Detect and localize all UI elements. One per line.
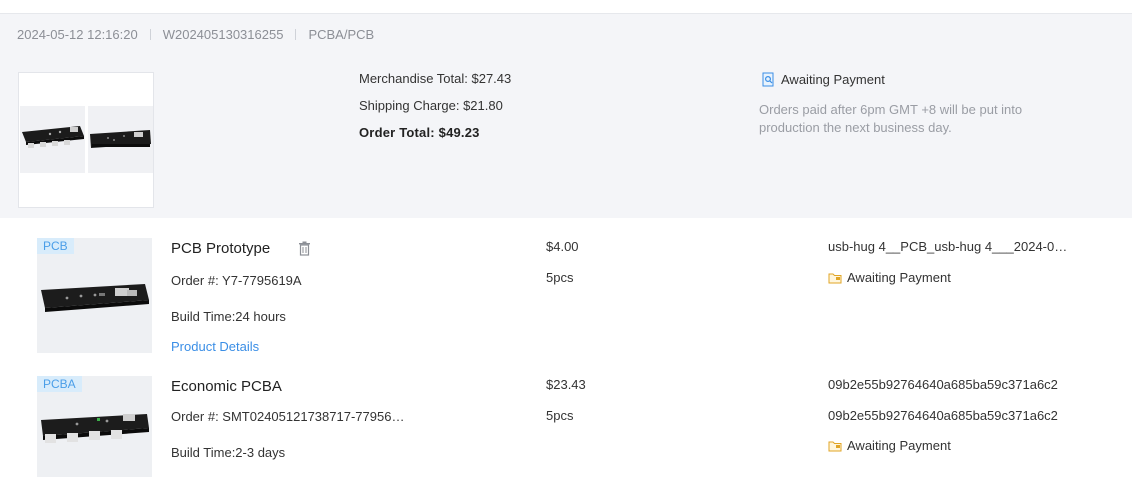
build-time: Build Time:2-3 days [171,445,286,460]
shipping-charge: Shipping Charge: $21.80 [359,98,503,113]
order-number: Order #: Y7-7795619A [171,273,302,288]
folder-icon [828,273,842,283]
board-thumbnail-1 [20,106,85,173]
order-status: Awaiting Payment [762,72,885,87]
product-name-row: PCB Prototype [171,240,311,257]
build-time: Build Time:24 hours [171,309,286,324]
divider [295,28,297,40]
folder-icon [828,441,842,451]
product-name-row: Economic PCBA [171,378,282,395]
file-name[interactable]: 09b2e55b92764640a685ba59c371a6c2 [828,377,1068,392]
order-datetime: 2024-05-12 12:16:20 [17,26,138,42]
product-image[interactable]: PCB [37,238,152,353]
order-total: Order Total: $49.23 [359,125,480,140]
board-thumbnail-2 [88,106,153,173]
order-type: PCBA/PCB [308,26,375,42]
item-status-label: Awaiting Payment [847,270,951,285]
product-tag: PCB [37,238,74,254]
item-price: $23.43 [546,377,586,392]
order-items-card: PCB PCB Prototype Order #: Y7-7795619A B… [17,219,1132,477]
product-details-link[interactable]: Product Details [171,339,259,354]
order-status-label: Awaiting Payment [781,72,885,87]
trash-icon[interactable] [298,241,311,256]
order-thumbnail[interactable] [18,72,154,208]
product-name: PCB Prototype [171,240,271,257]
item-status: Awaiting Payment [828,270,951,285]
item-status-label: Awaiting Payment [847,438,951,453]
file-name[interactable]: usb-hug 4__PCB_usb-hug 4___2024-05-12_10… [828,239,1068,254]
item-quantity: 5pcs [546,408,574,423]
divider [149,28,151,40]
product-image[interactable]: PCBA [37,376,152,477]
search-doc-icon [762,72,774,87]
merchandise-total: Merchandise Total: $27.43 [359,71,512,86]
order-number: Order #: SMT02405121738717-7795619A [171,409,411,424]
item-status: Awaiting Payment [828,438,951,453]
order-meta: 2024-05-12 12:16:20 W202405130316255 PCB… [17,26,374,42]
list-item: PCBA Economic PCBA Order #: SMT024051217… [17,357,1132,477]
file-name[interactable]: 09b2e55b92764640a685ba59c371a6c2 [828,408,1068,423]
item-price: $4.00 [546,239,579,254]
order-totals: Merchandise Total: $27.43 Shipping Charg… [359,72,511,153]
product-tag: PCBA [37,376,82,392]
list-item: PCB PCB Prototype Order #: Y7-7795619A B… [17,219,1132,357]
product-name: Economic PCBA [171,378,282,395]
order-id[interactable]: W202405130316255 [163,27,284,42]
production-note: Orders paid after 6pm GMT +8 will be put… [759,102,1023,135]
top-strip [0,0,1132,14]
item-quantity: 5pcs [546,270,574,285]
